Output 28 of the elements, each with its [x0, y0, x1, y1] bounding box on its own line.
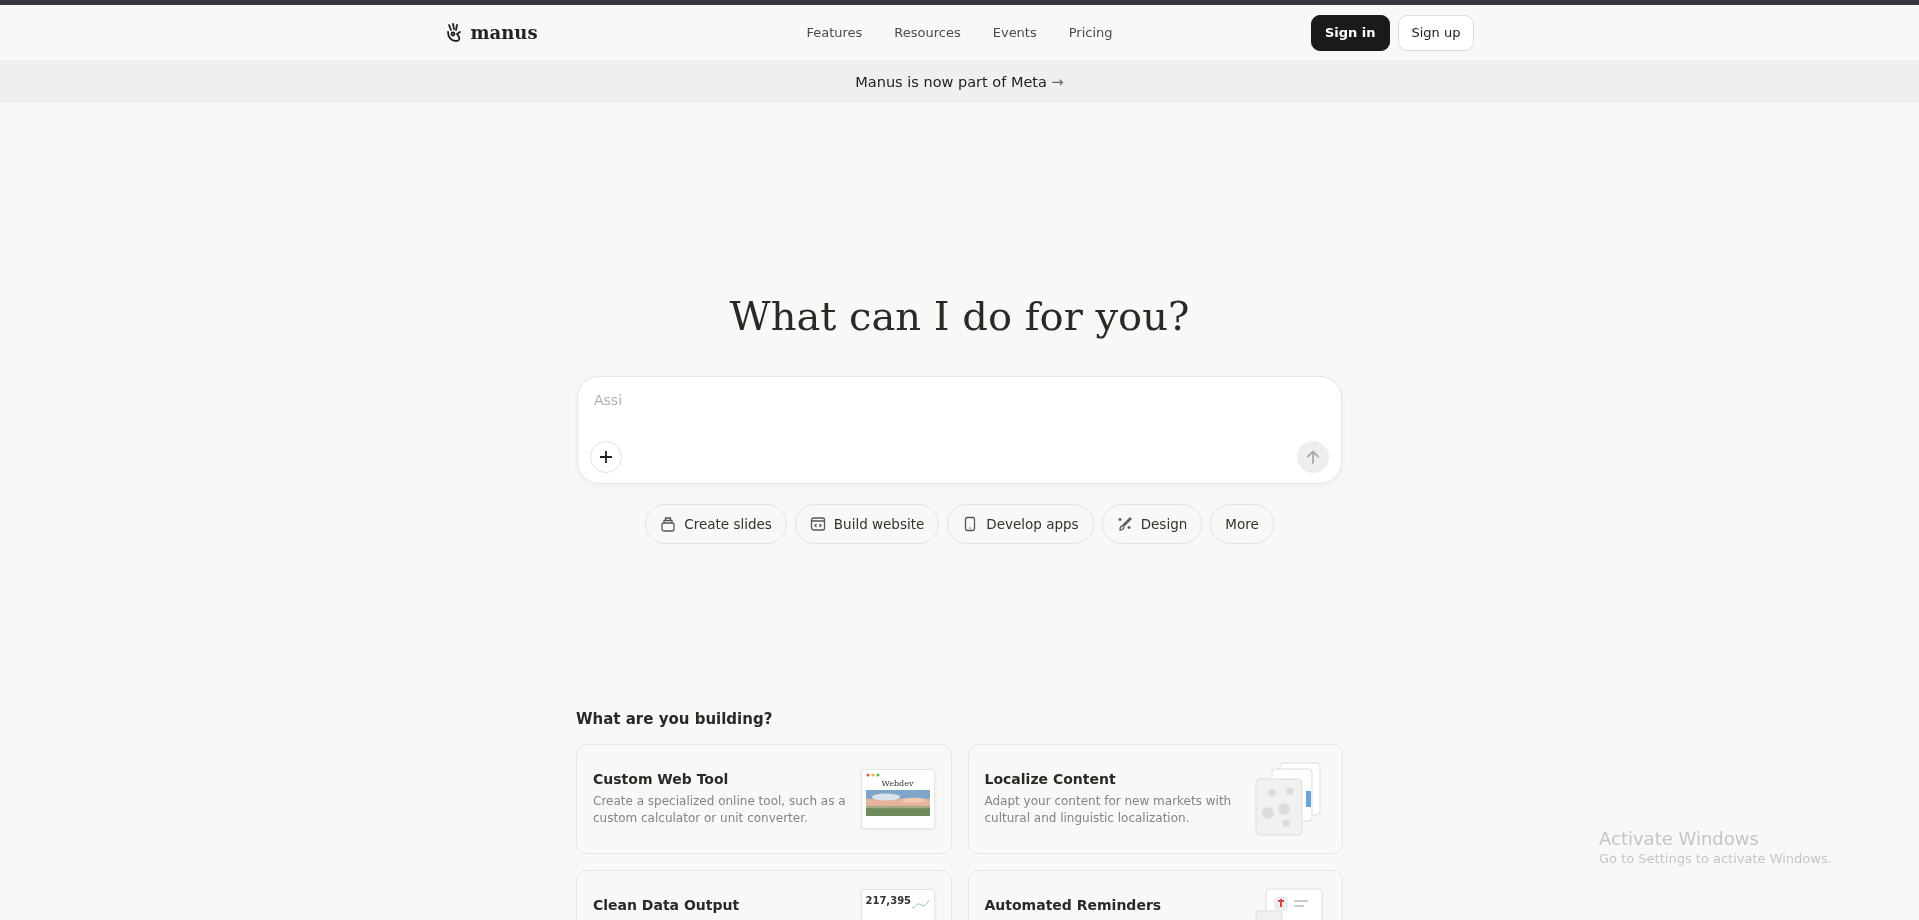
sign-in-button[interactable]: Sign in [1310, 14, 1390, 51]
card-title: Clean Data Output [593, 897, 740, 913]
card-title: Automated Reminders [984, 897, 1162, 913]
template-card[interactable]: Automated Reminders [967, 870, 1343, 920]
card-title: Custom Web Tool [593, 771, 730, 787]
suggestion-chip[interactable]: Design [1101, 504, 1203, 544]
template-card[interactable]: Clean Data Output 217,395 [576, 870, 952, 920]
suggestion-chip[interactable]: More [1210, 504, 1274, 544]
hero-title: What can I do for you? [729, 292, 1190, 340]
suggestion-chip[interactable]: Build website [794, 504, 940, 544]
template-card[interactable]: Custom Web Tool Create a specialized online tool, such as a custom calculator or unit converter. Webdev [576, 744, 952, 854]
thumbnail-title: Webdev [881, 779, 914, 788]
suggestion-chip[interactable]: Create slides [645, 504, 787, 544]
section-title: What are you building? [576, 710, 773, 728]
nav-link[interactable]: Features [806, 25, 863, 40]
nav-link[interactable]: Pricing [1068, 25, 1113, 40]
nav-link[interactable]: Resources [894, 25, 961, 40]
card-description: Adapt your content for new markets with cultural and linguistic localization. [984, 793, 1233, 827]
card-title: Localize Content [984, 771, 1117, 787]
prompt-input[interactable]: Assi [590, 387, 1329, 413]
banner-link[interactable]: Manus is now part of Meta → [855, 73, 1064, 90]
metric-value: 217,395 [865, 895, 912, 906]
logo-text[interactable]: manus [470, 22, 538, 43]
nav-link[interactable]: Events [992, 25, 1037, 40]
sign-up-button[interactable]: Sign up [1397, 14, 1475, 51]
suggestion-chip[interactable]: Develop apps [947, 504, 1094, 544]
template-card[interactable]: Localize Content Adapt your content for new markets with cultural and linguistic localization. [967, 744, 1343, 854]
card-description: Create a specialized online tool, such as a custom calculator or unit converter. [593, 793, 847, 827]
